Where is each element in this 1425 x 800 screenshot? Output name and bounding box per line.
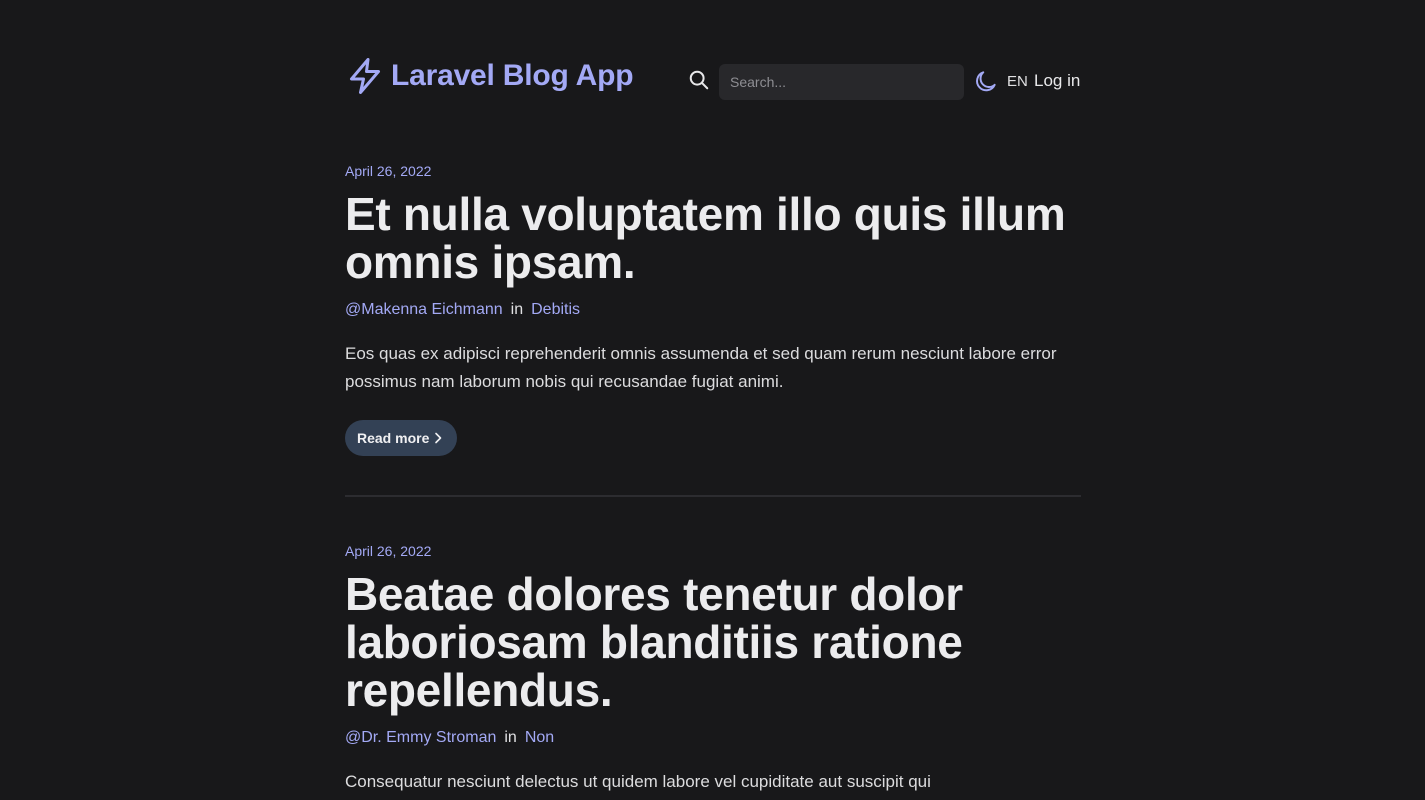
search-icon[interactable] bbox=[688, 69, 710, 91]
brand-title: Laravel Blog App bbox=[391, 59, 634, 92]
search-input[interactable] bbox=[719, 64, 964, 100]
post-meta-in-label: in bbox=[504, 729, 517, 746]
post-excerpt: Consequatur nesciunt delectus ut quidem … bbox=[345, 772, 931, 791]
post-meta-in-label: in bbox=[510, 301, 524, 318]
language-selector[interactable]: EN bbox=[1007, 73, 1028, 90]
post-title[interactable]: Beatae dolores tenetur dolor laboriosam … bbox=[345, 570, 1081, 714]
login-link[interactable]: Log in bbox=[1034, 71, 1080, 91]
lightning-bolt-icon bbox=[350, 58, 380, 94]
post-excerpt: Eos quas ex adipisci reprehenderit omnis… bbox=[345, 344, 1057, 391]
chevron-right-icon bbox=[435, 432, 442, 444]
post-category-link[interactable]: Debitis bbox=[531, 301, 580, 318]
post-divider bbox=[345, 495, 1081, 497]
post-date: April 26, 2022 bbox=[345, 163, 432, 179]
read-more-button[interactable]: Read more bbox=[345, 420, 458, 456]
page-container: Laravel Blog App EN Log in April 26, 202… bbox=[345, 0, 1081, 796]
brand-link[interactable]: Laravel Blog App bbox=[347, 56, 634, 96]
post-card: April 26, 2022 Beatae dolores tenetur do… bbox=[345, 540, 1081, 796]
post-meta: @Makenna Eichmann in Debitis bbox=[345, 300, 1081, 320]
post-card: April 26, 2022 Et nulla voluptatem illo … bbox=[345, 160, 1081, 456]
moon-icon[interactable] bbox=[973, 68, 999, 94]
post-author-link[interactable]: @Makenna Eichmann bbox=[345, 301, 503, 318]
site-header: Laravel Blog App EN Log in bbox=[345, 0, 1081, 160]
post-meta: @Dr. Emmy Stroman in Non bbox=[345, 728, 1081, 748]
post-category-link[interactable]: Non bbox=[525, 729, 554, 746]
read-more-label: Read more bbox=[357, 430, 430, 446]
post-date: April 26, 2022 bbox=[345, 543, 432, 559]
post-title[interactable]: Et nulla voluptatem illo quis illum omni… bbox=[345, 190, 1081, 286]
post-author-link[interactable]: @Dr. Emmy Stroman bbox=[345, 729, 496, 746]
